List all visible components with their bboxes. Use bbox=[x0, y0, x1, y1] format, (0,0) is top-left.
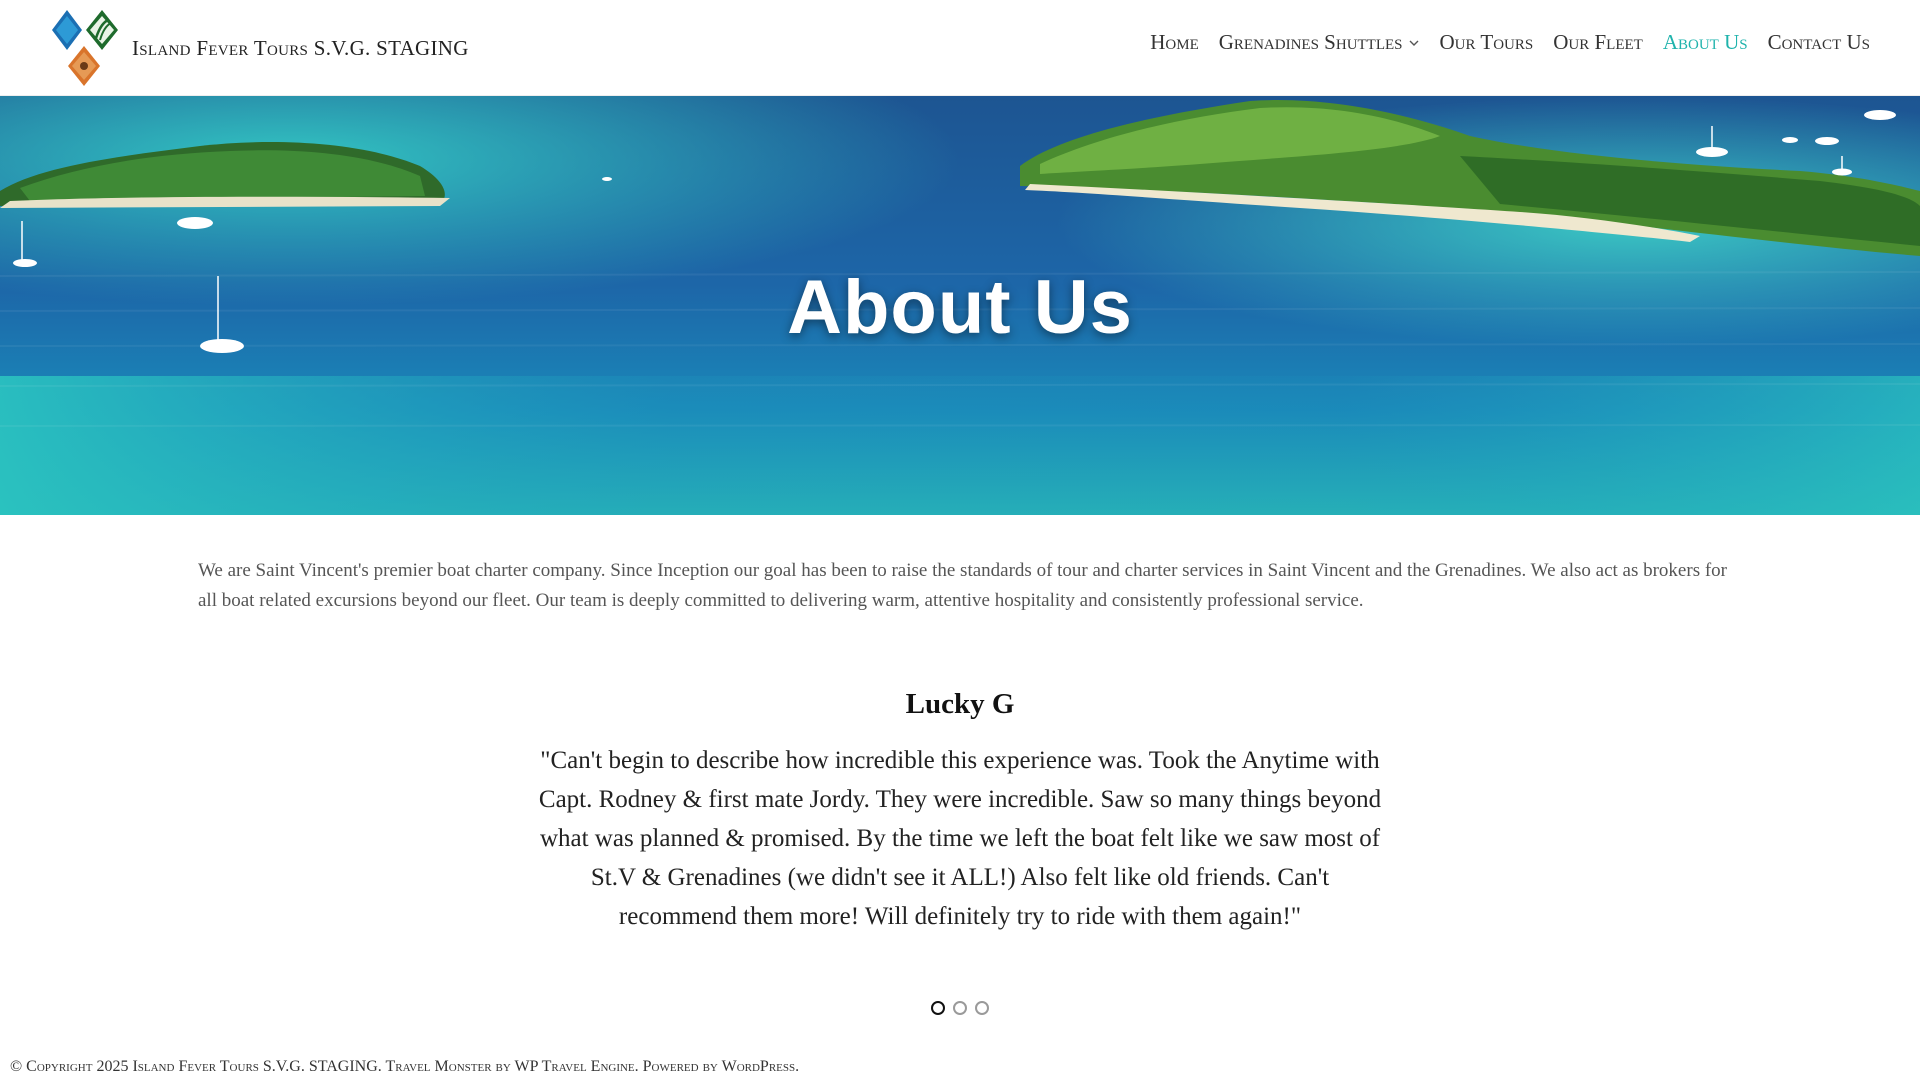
footer-theme-author-link[interactable]: WP Travel Engine bbox=[515, 1058, 635, 1075]
nav-item-about-us[interactable]: About Us bbox=[1663, 30, 1748, 55]
nav-item-contact-us[interactable]: Contact Us bbox=[1768, 30, 1870, 55]
footer-separator: . bbox=[377, 1058, 386, 1075]
copyright-text: © Copyright 2025 bbox=[10, 1058, 133, 1075]
footer-theme-link[interactable]: Travel Monster bbox=[386, 1058, 492, 1075]
testimonial-slider: Lucky G "Can't begin to describe how inc… bbox=[530, 688, 1390, 936]
nav-item-home[interactable]: Home bbox=[1150, 30, 1199, 55]
footer-end: . bbox=[795, 1058, 800, 1075]
brand[interactable]: Island Fever Tours S.V.G. STAGING bbox=[50, 8, 469, 88]
chevron-down-icon bbox=[1409, 40, 1419, 46]
site-title[interactable]: Island Fever Tours S.V.G. STAGING bbox=[132, 36, 469, 61]
testimonial-author: Lucky G bbox=[905, 688, 1015, 720]
site-footer: © Copyright 2025 Island Fever Tours S.V.… bbox=[10, 1058, 799, 1076]
main-nav: Home Grenadines Shuttles Our Tours Our F… bbox=[1150, 30, 1870, 55]
nav-item-our-tours[interactable]: Our Tours bbox=[1440, 30, 1534, 55]
footer-site-link[interactable]: Island Fever Tours S.V.G. STAGING bbox=[132, 1058, 377, 1075]
page-title: About Us bbox=[787, 265, 1133, 350]
diamond-logo-icon[interactable] bbox=[50, 8, 120, 88]
about-intro-text: We are Saint Vincent's premier boat char… bbox=[198, 560, 1727, 611]
slider-pagination bbox=[931, 1001, 989, 1015]
testimonial-quote: "Can't begin to describe how incredible … bbox=[538, 747, 1382, 930]
footer-separator: . bbox=[634, 1058, 643, 1075]
slider-dot-2[interactable] bbox=[953, 1001, 967, 1015]
nav-label: Home bbox=[1150, 30, 1199, 54]
hero-banner: About Us bbox=[0, 96, 1920, 515]
nav-label: Grenadines Shuttles bbox=[1218, 30, 1403, 54]
nav-item-our-fleet[interactable]: Our Fleet bbox=[1553, 30, 1643, 55]
nav-item-grenadines-shuttles[interactable]: Grenadines Shuttles bbox=[1219, 30, 1420, 55]
footer-wordpress-link[interactable]: WordPress bbox=[722, 1058, 796, 1075]
footer-powered-text: Powered by bbox=[642, 1058, 722, 1075]
slider-dot-1[interactable] bbox=[931, 1001, 945, 1015]
nav-label: Our Tours bbox=[1439, 30, 1534, 54]
nav-label: Contact Us bbox=[1767, 30, 1870, 54]
footer-by-text: by bbox=[491, 1058, 515, 1075]
site-header: Island Fever Tours S.V.G. STAGING Home G… bbox=[0, 0, 1920, 96]
nav-label: Our Fleet bbox=[1553, 30, 1643, 54]
slider-dot-3[interactable] bbox=[975, 1001, 989, 1015]
nav-label: About Us bbox=[1662, 30, 1748, 54]
